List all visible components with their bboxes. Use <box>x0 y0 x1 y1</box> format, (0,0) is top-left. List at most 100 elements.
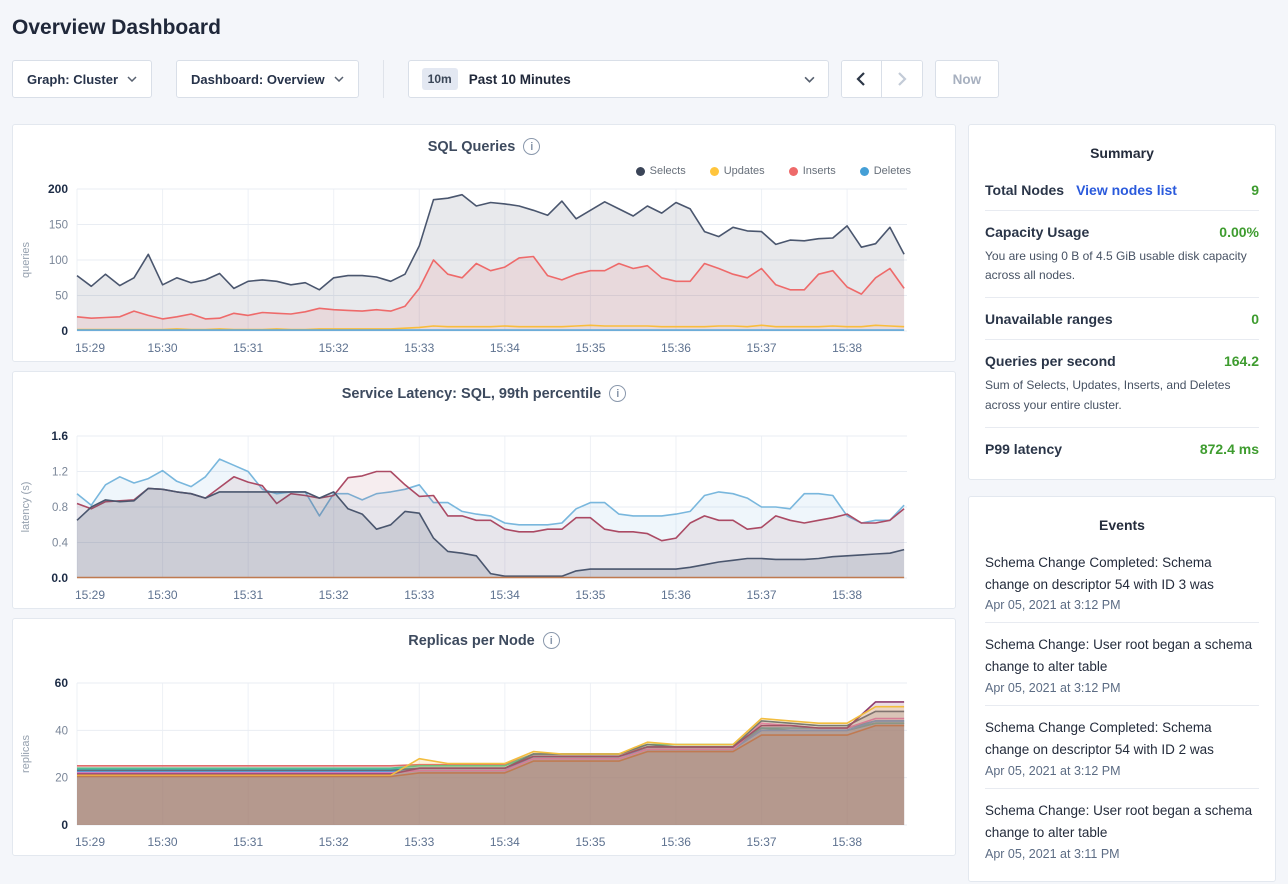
summary-card: Summary Total Nodes View nodes list 9 Ca… <box>968 124 1276 480</box>
svg-text:15:38: 15:38 <box>832 588 862 602</box>
chart-head: SQL Queries i Selects Updates Inserts Delet… <box>13 138 955 181</box>
svg-text:15:36: 15:36 <box>661 588 691 602</box>
time-range-label: Past 10 Minutes <box>469 72 793 87</box>
dashboard-dropdown[interactable]: Dashboard: Overview <box>176 60 359 98</box>
svg-text:15:38: 15:38 <box>832 835 862 849</box>
event-time: Apr 05, 2021 at 3:12 PM <box>985 681 1259 695</box>
qps-desc: Sum of Selects, Updates, Inserts, and De… <box>985 376 1259 414</box>
chart-title: Service Latency: SQL, 99th percentile <box>342 386 602 402</box>
time-back-button[interactable] <box>842 61 882 97</box>
svg-text:15:34: 15:34 <box>490 341 520 355</box>
svg-text:15:34: 15:34 <box>490 588 520 602</box>
svg-text:15:31: 15:31 <box>233 835 263 849</box>
chart-head: Service Latency: SQL, 99th percentile i <box>13 385 955 428</box>
event-item: Schema Change: User root began a schema … <box>985 623 1259 706</box>
unavailable-label: Unavailable ranges <box>985 311 1113 327</box>
chevron-down-icon <box>334 76 344 82</box>
summary-row-p99: P99 latency 872.4 ms <box>985 428 1259 469</box>
chart-title: Replicas per Node <box>408 633 535 649</box>
svg-text:15:35: 15:35 <box>575 588 605 602</box>
svg-text:1.2: 1.2 <box>52 467 68 479</box>
svg-text:1.6: 1.6 <box>51 429 68 443</box>
svg-text:15:29: 15:29 <box>75 835 105 849</box>
total-nodes-label: Total Nodes <box>985 182 1064 198</box>
summary-row-qps: Queries per second 164.2 Sum of Selects,… <box>985 340 1259 427</box>
now-button[interactable]: Now <box>935 60 1000 98</box>
chevron-down-icon <box>127 76 137 82</box>
chart-title: SQL Queries <box>428 139 516 155</box>
event-text: Schema Change Completed: Schema change o… <box>985 552 1259 596</box>
toolbar-divider <box>383 60 384 98</box>
legend-item-deletes[interactable]: Deletes <box>860 165 911 177</box>
sql-queries-chart-card: SQL Queries i Selects Updates Inserts Delet… <box>12 124 956 362</box>
event-time: Apr 05, 2021 at 3:11 PM <box>985 847 1259 861</box>
legend-item-inserts[interactable]: Inserts <box>789 165 836 177</box>
svg-text:15:34: 15:34 <box>490 835 520 849</box>
capacity-label: Capacity Usage <box>985 224 1089 240</box>
svg-text:15:32: 15:32 <box>319 341 349 355</box>
events-title: Events <box>985 517 1259 533</box>
chart-legend: Selects Updates Inserts Deletes <box>636 165 911 177</box>
svg-text:15:32: 15:32 <box>319 835 349 849</box>
info-icon[interactable]: i <box>543 632 560 649</box>
svg-text:50: 50 <box>55 291 68 303</box>
content: SQL Queries i Selects Updates Inserts Delet… <box>12 124 1276 882</box>
svg-text:15:36: 15:36 <box>661 341 691 355</box>
legend-dot <box>710 167 719 176</box>
event-item: Schema Change Completed: Schema change o… <box>985 541 1259 624</box>
info-icon[interactable]: i <box>523 138 540 155</box>
page-title: Overview Dashboard <box>12 16 1276 40</box>
svg-text:40: 40 <box>55 725 68 737</box>
svg-text:15:29: 15:29 <box>75 588 105 602</box>
charts-column: SQL Queries i Selects Updates Inserts Delet… <box>12 124 956 856</box>
svg-text:15:30: 15:30 <box>148 835 178 849</box>
svg-text:15:30: 15:30 <box>148 588 178 602</box>
view-nodes-list-link[interactable]: View nodes list <box>1076 182 1177 198</box>
svg-text:15:30: 15:30 <box>148 341 178 355</box>
legend-dot <box>636 167 645 176</box>
sql-queries-chart[interactable]: 05010015020015:2915:3015:3115:3215:3315:… <box>13 181 955 361</box>
legend-dot <box>860 167 869 176</box>
unavailable-value: 0 <box>1251 311 1259 327</box>
time-range-picker[interactable]: 10m Past 10 Minutes <box>408 60 829 98</box>
svg-text:0: 0 <box>61 324 68 338</box>
summary-row-total-nodes: Total Nodes View nodes list 9 <box>985 169 1259 211</box>
svg-text:15:32: 15:32 <box>319 588 349 602</box>
svg-text:60: 60 <box>55 676 69 690</box>
event-time: Apr 05, 2021 at 3:12 PM <box>985 764 1259 778</box>
replicas-per-node-chart-card: Replicas per Node i 020406015:2915:3015:… <box>12 618 956 856</box>
chevron-right-icon <box>897 72 907 86</box>
svg-text:15:35: 15:35 <box>575 341 605 355</box>
dashboard-dropdown-label: Dashboard: Overview <box>191 72 325 87</box>
legend-item-updates[interactable]: Updates <box>710 165 765 177</box>
time-forward-button[interactable] <box>882 61 922 97</box>
event-item: Schema Change Completed: Schema change o… <box>985 706 1259 789</box>
capacity-desc: You are using 0 B of 4.5 GiB usable disk… <box>985 247 1259 285</box>
p99-value: 872.4 ms <box>1200 441 1259 457</box>
service-latency-chart-card: Service Latency: SQL, 99th percentile i … <box>12 371 956 609</box>
graph-dropdown[interactable]: Graph: Cluster <box>12 60 152 98</box>
svg-text:15:37: 15:37 <box>747 588 777 602</box>
svg-text:15:33: 15:33 <box>404 835 434 849</box>
overview-dashboard-page: Overview Dashboard Graph: Cluster Dashbo… <box>0 16 1288 882</box>
svg-text:0.8: 0.8 <box>52 502 68 514</box>
capacity-value: 0.00% <box>1219 224 1259 240</box>
svg-text:200: 200 <box>48 182 68 196</box>
chart-head: Replicas per Node i <box>13 632 955 675</box>
svg-text:replicas: replicas <box>20 735 32 773</box>
time-nav-group <box>841 60 923 98</box>
event-text: Schema Change Completed: Schema change o… <box>985 717 1259 761</box>
info-icon[interactable]: i <box>609 385 626 402</box>
legend-item-selects[interactable]: Selects <box>636 165 686 177</box>
svg-text:15:37: 15:37 <box>747 341 777 355</box>
svg-text:15:35: 15:35 <box>575 835 605 849</box>
svg-text:queries: queries <box>20 241 32 278</box>
graph-dropdown-label: Graph: Cluster <box>27 72 118 87</box>
time-range-badge: 10m <box>422 68 458 90</box>
replicas-per-node-chart[interactable]: 020406015:2915:3015:3115:3215:3315:3415:… <box>13 675 955 855</box>
svg-text:0.0: 0.0 <box>51 571 68 585</box>
summary-row-unavailable: Unavailable ranges 0 <box>985 298 1259 340</box>
summary-title: Summary <box>985 145 1259 161</box>
service-latency-chart[interactable]: 0.00.40.81.21.615:2915:3015:3115:3215:33… <box>13 428 955 608</box>
svg-text:150: 150 <box>49 220 68 232</box>
